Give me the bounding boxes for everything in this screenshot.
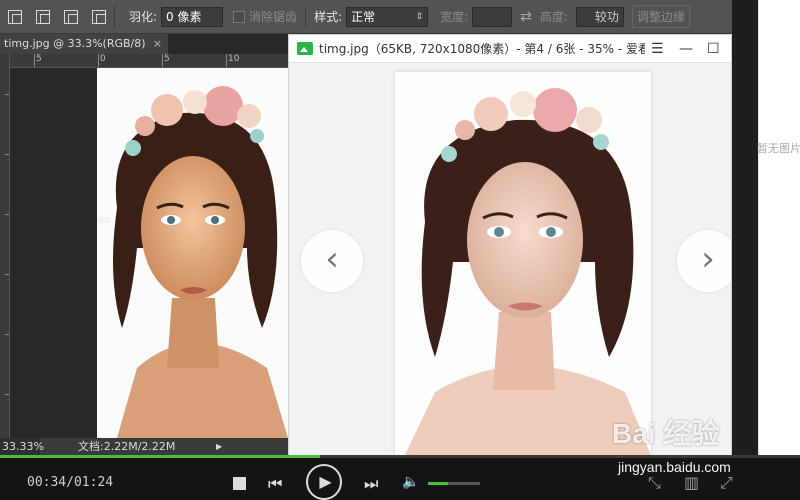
chevron-right-icon: › — [701, 239, 715, 279]
ps-document-tab[interactable]: timg.jpg @ 33.3%(RGB/8) × — [0, 34, 168, 54]
previous-track-button[interactable]: ⏮ — [268, 474, 282, 494]
fullscreen-exit-icon[interactable]: ⤡ — [648, 473, 661, 493]
document-info: 文档:2.22M/2.22M — [78, 440, 176, 453]
style-label: 样式: — [314, 10, 343, 24]
menu-icon[interactable]: ☰ — [651, 35, 664, 63]
baidu-jingyan-logo: Bai 经验 — [612, 418, 720, 449]
vertical-ruler — [0, 54, 10, 438]
status-menu-arrow-icon[interactable]: ▶ — [216, 438, 222, 455]
swap-dimensions-icon[interactable]: ⇄ — [520, 9, 532, 25]
feather-label: 羽化: — [129, 10, 158, 24]
subtract-selection-icon[interactable] — [64, 9, 78, 24]
width-input[interactable] — [472, 6, 513, 27]
close-icon[interactable]: × — [153, 34, 162, 54]
dropdown-arrow-icon: ⇕ — [415, 11, 424, 22]
ruler-tick — [5, 274, 9, 275]
ruler-tick — [5, 214, 9, 215]
ruler-tick — [98, 54, 99, 67]
ruler-tick — [5, 394, 9, 395]
portrait-illustration — [395, 72, 651, 455]
height-input[interactable]: 较功 — [575, 6, 624, 27]
portrait-image-edited — [97, 68, 288, 438]
height-label: 高度: — [539, 10, 568, 24]
volume-icon[interactable]: 🔈 — [402, 474, 419, 490]
viewer-stage: ‹ › — [289, 64, 731, 455]
style-value: 正常 — [351, 9, 376, 24]
intersect-selection-icon[interactable] — [92, 9, 106, 24]
ruler-tick — [5, 94, 9, 95]
video-progress-fill — [0, 455, 320, 458]
ps-tab-title: timg.jpg @ 33.3%(RGB/8) — [4, 37, 146, 50]
ps-canvas[interactable]: ⇔ — [10, 68, 288, 438]
next-track-button[interactable]: ⏭ — [364, 474, 378, 494]
resize-cursor-icon: ⇔ — [98, 210, 112, 229]
zoom-level[interactable]: 33.33% — [0, 438, 44, 455]
screen: 羽化: 0 像素 消除锯齿 样式: 正常 ⇕ 宽度: ⇄ 高度: 较功 调整边缘… — [0, 0, 800, 500]
antialias-checkbox[interactable] — [233, 10, 246, 23]
ruler-tick — [5, 334, 9, 335]
background-strip — [732, 0, 758, 455]
maximize-icon[interactable]: ☐ — [707, 35, 720, 63]
portrait-image-original[interactable] — [395, 72, 651, 455]
divider — [305, 5, 307, 28]
next-image-button[interactable]: › — [677, 230, 731, 292]
no-image-hint: 暂无图片 — [757, 142, 800, 155]
ruler-number: 10 — [228, 54, 240, 64]
previous-image-button[interactable]: ‹ — [301, 230, 363, 292]
playback-time: 00:34/01:24 — [27, 475, 114, 490]
ruler-tick — [34, 54, 35, 67]
volume-slider[interactable] — [428, 482, 480, 485]
ps-status-bar: 33.33% 文档:2.22M/2.22M ▶ — [0, 438, 288, 455]
viewer-title: timg.jpg（65KB, 720x1080像素）- 第4 / 6张 - 35… — [319, 42, 645, 56]
style-select[interactable]: 正常 ⇕ — [346, 6, 429, 27]
watermark-url: jingyan.baidu.com — [618, 459, 731, 475]
feather-input[interactable]: 0 像素 — [161, 6, 224, 27]
portrait-illustration — [97, 68, 288, 438]
background-page: 暂无图片 — [757, 0, 800, 455]
antialias-label: 消除锯齿 — [249, 10, 298, 24]
chevron-left-icon: ‹ — [325, 239, 339, 279]
minimize-icon[interactable]: — — [679, 35, 693, 63]
ruler-tick — [226, 54, 227, 67]
play-button[interactable]: ▶ — [306, 464, 342, 500]
horizontal-ruler: 5 0 5 10 — [10, 54, 288, 68]
ruler-number: 5 — [164, 54, 170, 64]
ruler-tick — [162, 54, 163, 67]
ruler-tick — [5, 154, 9, 155]
width-label: 宽度: — [440, 10, 469, 24]
stop-button[interactable] — [233, 477, 246, 490]
ps-options-bar: 羽化: 0 像素 消除锯齿 样式: 正常 ⇕ 宽度: ⇄ 高度: 较功 调整边缘 — [0, 0, 760, 34]
viewer-titlebar: timg.jpg（65KB, 720x1080像素）- 第4 / 6张 - 35… — [289, 35, 731, 63]
ruler-number: 5 — [36, 54, 42, 64]
new-selection-icon[interactable] — [8, 9, 22, 24]
add-selection-icon[interactable] — [36, 9, 50, 24]
expand-icon[interactable]: ⤢ — [720, 473, 733, 493]
volume-slider-fill — [428, 482, 448, 485]
image-viewer-window: timg.jpg（65KB, 720x1080像素）- 第4 / 6张 - 35… — [288, 34, 732, 455]
viewer-app-icon — [297, 42, 313, 55]
divider — [114, 5, 115, 28]
ps-tab-bar: timg.jpg @ 33.3%(RGB/8) × — [0, 34, 288, 54]
video-progress-bar[interactable] — [0, 455, 800, 458]
list-icon[interactable]: ▥ — [684, 473, 699, 492]
ruler-number: 0 — [100, 54, 106, 64]
refine-edge-button[interactable]: 调整边缘 — [631, 5, 690, 28]
